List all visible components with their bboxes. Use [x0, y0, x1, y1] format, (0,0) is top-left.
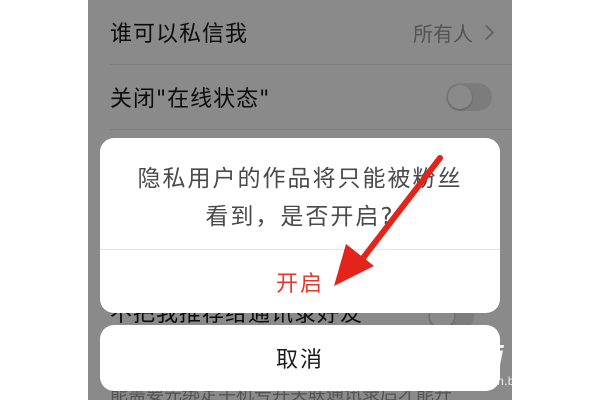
left-margin	[0, 0, 88, 400]
dialog-message-line: 看到，是否开启?	[205, 204, 395, 230]
baidu-paw-icon	[526, 342, 548, 363]
screenshot-stage: 谁可以私信我 所有人 关闭"在线状态" 不把我推荐给通讯录好友 能需要先绑定手机…	[0, 0, 600, 400]
watermark-brand: Bai	[462, 340, 504, 371]
watermark-url: jingyan.baidu.com	[464, 374, 566, 388]
dialog-message: 隐私用户的作品将只能被粉丝 看到，是否开启?	[100, 160, 500, 236]
confirm-dialog: 隐私用户的作品将只能被粉丝 看到，是否开启? 开启	[100, 138, 500, 313]
watermark-suffix: 经验	[552, 349, 597, 374]
enable-button[interactable]: 开启	[100, 250, 500, 313]
baidu-jingyan-watermark: Bai 经验 jingyan.baidu.com	[462, 332, 597, 394]
phone-screen: 谁可以私信我 所有人 关闭"在线状态" 不把我推荐给通讯录好友 能需要先绑定手机…	[88, 0, 512, 400]
dialog-message-line: 隐私用户的作品将只能被粉丝	[137, 166, 463, 192]
cancel-button[interactable]: 取消	[100, 325, 500, 391]
